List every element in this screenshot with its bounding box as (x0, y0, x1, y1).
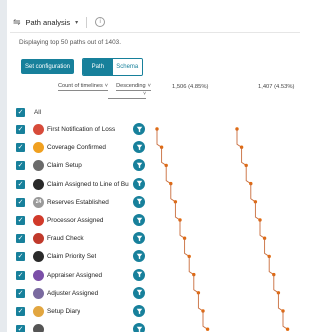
path-segment (193, 274, 199, 294)
path-segment (250, 183, 256, 203)
path-segment (174, 201, 181, 221)
path-segment (236, 129, 242, 148)
path-node[interactable] (285, 327, 290, 331)
path-segment (170, 183, 176, 203)
path-segment (264, 238, 270, 257)
path-segment (241, 147, 247, 166)
path-flow-series (235, 127, 290, 331)
path-segment (273, 274, 279, 294)
path-segment (156, 129, 162, 148)
path-segment (245, 165, 252, 184)
path-segment (161, 147, 167, 166)
path-segment (197, 292, 204, 312)
path-segment (282, 311, 288, 330)
path-flow-series (155, 127, 210, 331)
path-analysis-page: ⇋ Path analysis ▾ i Displaying top 50 pa… (0, 0, 300, 332)
path-segment (277, 292, 284, 312)
path-segment (254, 201, 261, 221)
path-segment (165, 165, 172, 184)
path-segment (179, 220, 185, 239)
path-segment (259, 220, 265, 239)
path-segment (184, 238, 190, 257)
path-segment (202, 311, 208, 330)
path-segment (268, 256, 275, 275)
path-flow-chart (155, 127, 290, 331)
path-node[interactable] (205, 327, 210, 331)
path-segment (188, 256, 195, 275)
